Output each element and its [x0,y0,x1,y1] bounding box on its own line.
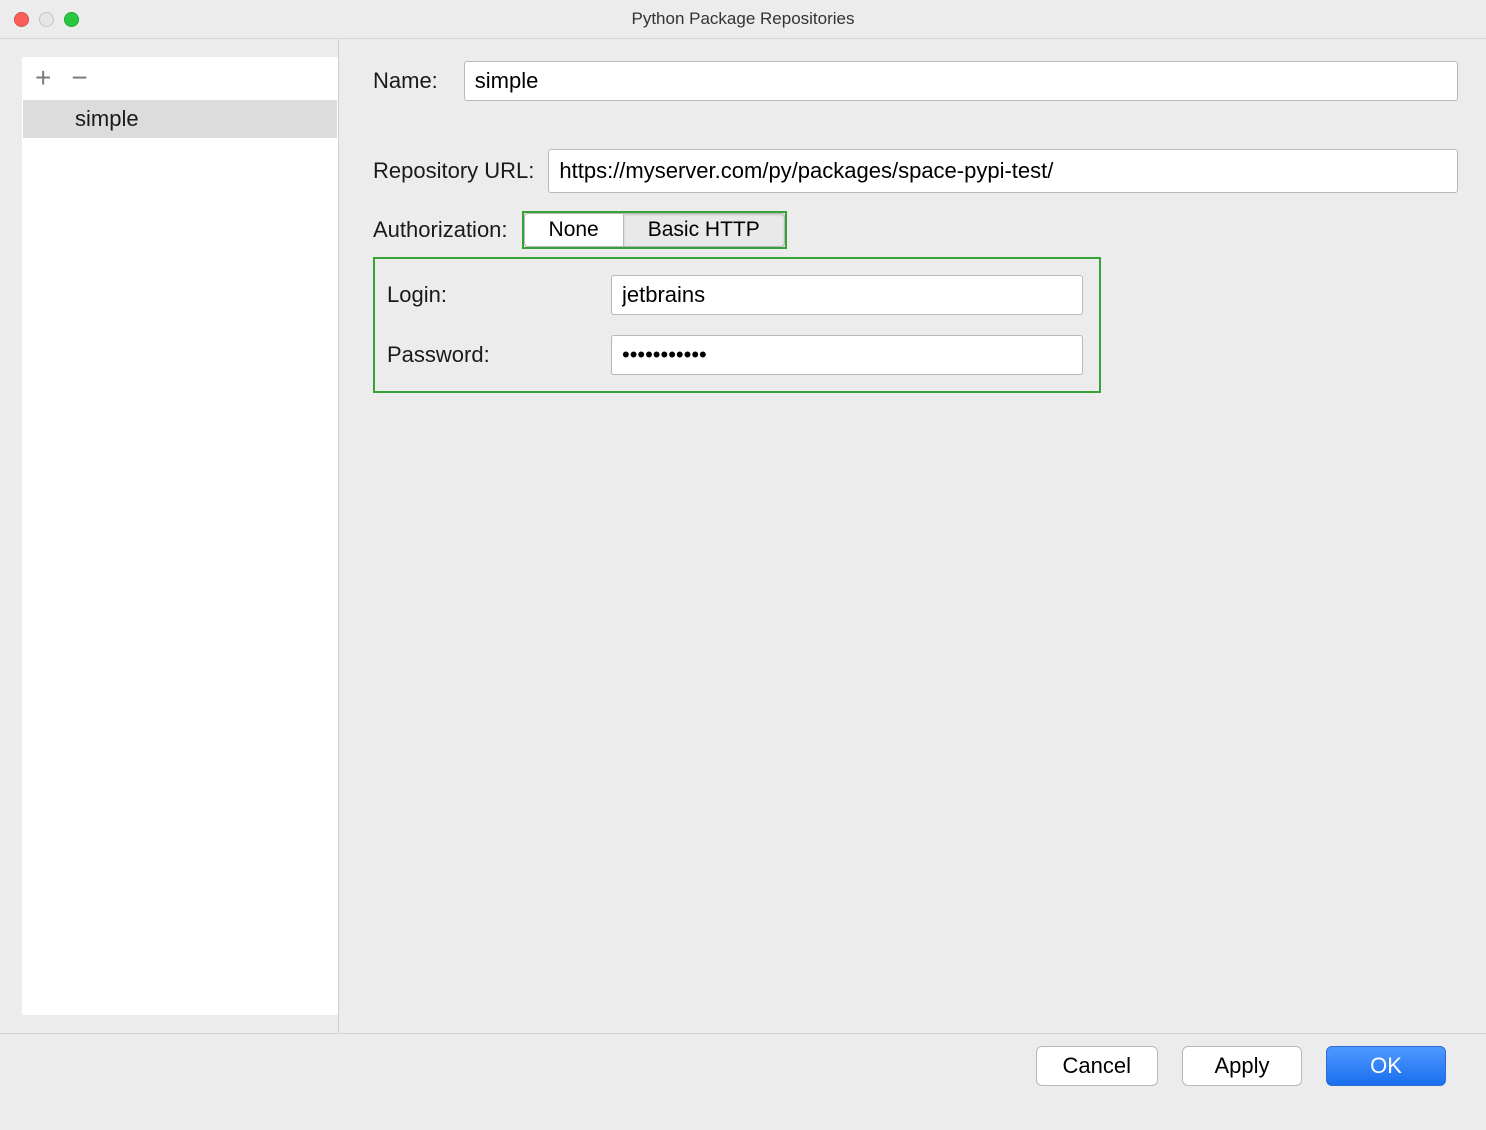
authorization-segmented: None Basic HTTP [522,211,787,249]
auth-none-button[interactable]: None [524,213,624,247]
apply-button[interactable]: Apply [1182,1046,1302,1086]
window-titlebar: Python Package Repositories [0,0,1486,39]
login-label: Login: [387,282,611,308]
repo-details-pane: Name: Repository URL: Authorization: Non… [338,39,1486,1033]
ok-button[interactable]: OK [1326,1046,1446,1086]
sidebar-toolbar: + − [23,58,337,100]
name-input[interactable] [464,61,1458,101]
add-repo-icon[interactable]: + [35,64,51,92]
repo-list: simple [23,100,337,1014]
authorization-label: Authorization: [373,217,508,243]
credentials-box: Login: Password: [373,257,1101,393]
remove-repo-icon[interactable]: − [71,64,87,92]
name-label: Name: [373,68,438,94]
cancel-button[interactable]: Cancel [1036,1046,1158,1086]
password-label: Password: [387,342,611,368]
repo-sidebar: + − simple [22,57,338,1015]
window-title: Python Package Repositories [0,9,1486,29]
repo-url-input[interactable] [548,149,1458,193]
repo-list-item[interactable]: simple [23,100,337,138]
window-controls [14,12,79,27]
password-input[interactable] [611,335,1083,375]
minimize-window-icon[interactable] [39,12,54,27]
repo-url-label: Repository URL: [373,158,534,184]
login-input[interactable] [611,275,1083,315]
dialog-footer: Cancel Apply OK [0,1033,1486,1130]
close-window-icon[interactable] [14,12,29,27]
auth-basic-http-button[interactable]: Basic HTTP [624,213,785,247]
zoom-window-icon[interactable] [64,12,79,27]
